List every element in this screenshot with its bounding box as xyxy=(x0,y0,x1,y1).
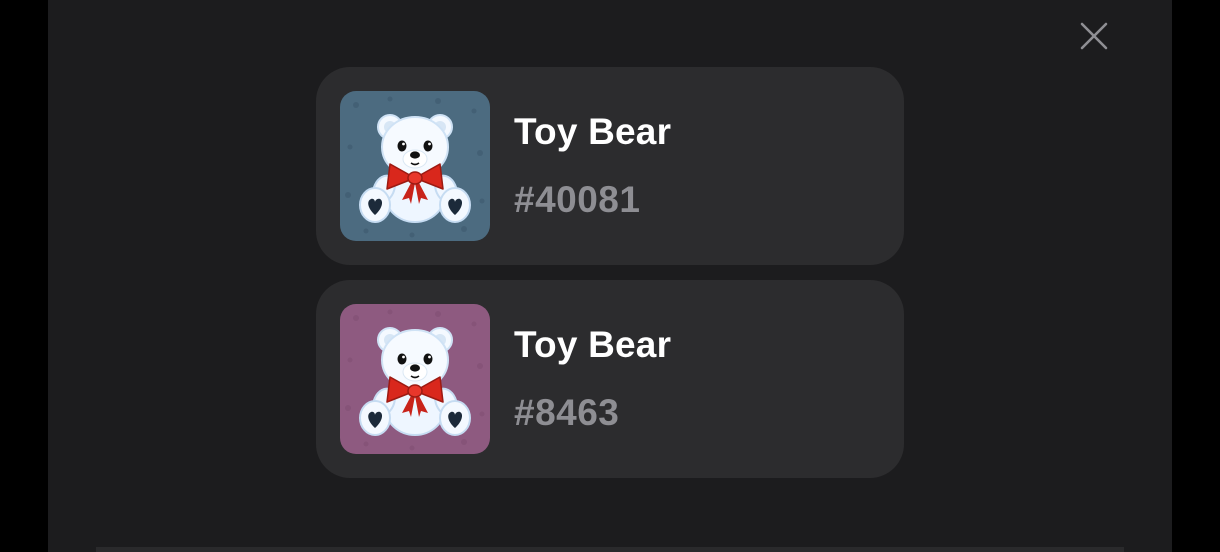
gift-number: #40081 xyxy=(514,179,641,220)
gift-number: #8463 xyxy=(514,392,620,433)
gift-title: Toy Bear xyxy=(514,111,672,152)
gift-card[interactable]: Toy Bear #8463 xyxy=(316,280,904,478)
teddy-bear-icon xyxy=(340,91,490,241)
gift-card[interactable]: Toy Bear #40081 xyxy=(316,67,904,265)
gift-thumbnail xyxy=(340,304,490,454)
teddy-bear-icon xyxy=(340,304,490,454)
close-icon xyxy=(1080,22,1108,50)
gift-list: Toy Bear #40081 Toy Bear #8463 xyxy=(316,67,904,493)
close-button[interactable] xyxy=(1080,22,1108,50)
gift-title: Toy Bear xyxy=(514,324,672,365)
gift-list-modal: Toy Bear #40081 Toy Bear #8463 xyxy=(48,0,1172,552)
bottom-divider xyxy=(96,547,1124,552)
gift-thumbnail xyxy=(340,91,490,241)
